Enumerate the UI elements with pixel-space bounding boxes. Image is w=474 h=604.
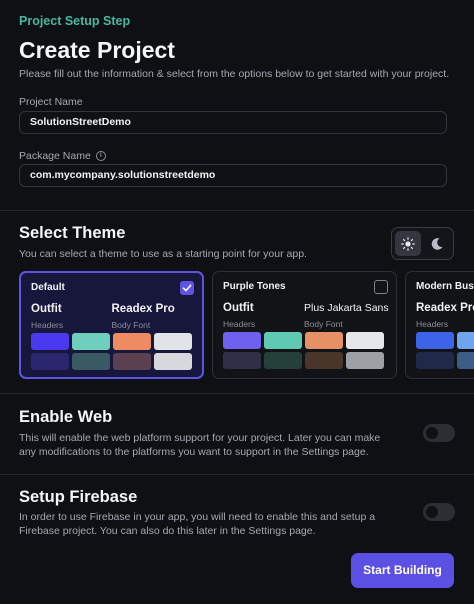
toggle-knob (426, 427, 438, 439)
color-swatch (457, 332, 474, 349)
theme-name: Modern Busin (416, 281, 474, 292)
theme-card-purple-tones[interactable]: Purple Tones Outfit Headers Plus Jakarta… (212, 271, 397, 379)
theme-name: Default (31, 282, 65, 293)
body-font-role: Body Font (304, 319, 343, 329)
color-swatch (416, 352, 454, 369)
header-font-role: Headers (416, 319, 449, 329)
theme-card-modern-business[interactable]: Modern Busin Readex Pro Headers (405, 271, 474, 379)
dark-mode-button[interactable] (424, 231, 450, 256)
color-swatch (416, 332, 454, 349)
project-name-input[interactable]: SolutionStreetDemo (19, 111, 447, 134)
theme-checkbox[interactable] (374, 280, 388, 294)
theme-checkbox[interactable] (180, 281, 194, 295)
header-font-role: Headers (223, 319, 256, 329)
firebase-section-title: Setup Firebase (19, 488, 138, 506)
color-swatch (305, 352, 343, 369)
page-title: Create Project (19, 37, 175, 63)
divider (0, 210, 474, 211)
color-swatches (223, 332, 384, 369)
color-swatches (416, 332, 474, 369)
body-font-role: Body Font (111, 320, 151, 330)
moon-icon (431, 237, 443, 250)
color-swatch (305, 332, 343, 349)
package-name-label: Package Name i (19, 150, 106, 162)
package-name-input[interactable]: com.mycompany.solutionstreetdemo (19, 164, 447, 187)
theme-card-default[interactable]: Default Outfit Headers Readex Pro Body F… (19, 271, 204, 379)
color-swatch (223, 332, 261, 349)
check-icon (182, 284, 192, 292)
color-swatches (31, 333, 192, 370)
color-swatch (346, 352, 384, 369)
info-icon[interactable]: i (95, 151, 106, 161)
body-font-name: Readex Pro (111, 303, 175, 315)
color-swatch (346, 332, 384, 349)
divider (0, 393, 474, 394)
project-name-label: Project Name (19, 96, 83, 108)
color-swatch (223, 352, 261, 369)
header-font-name: Outfit (223, 302, 254, 314)
color-swatch (457, 352, 474, 369)
header-font-name: Readex Pro (416, 302, 474, 314)
header-font-role: Headers (31, 320, 64, 330)
color-swatch (31, 353, 69, 370)
theme-mode-toggle (391, 227, 454, 260)
page-subtitle: Please fill out the information & select… (19, 68, 450, 80)
theme-list: Default Outfit Headers Readex Pro Body F… (19, 271, 474, 379)
web-section-title: Enable Web (19, 408, 113, 426)
color-swatch (154, 353, 192, 370)
setup-firebase-toggle[interactable] (423, 503, 455, 521)
divider (0, 474, 474, 475)
theme-section-description: You can select a theme to use as a start… (19, 248, 307, 260)
header-font-name: Outfit (31, 303, 62, 315)
color-swatch (31, 333, 69, 350)
color-swatch (113, 333, 151, 350)
web-section-description: This will enable the web platform suppor… (19, 432, 381, 458)
firebase-section-description: In order to use Firebase in your app, yo… (19, 511, 376, 537)
color-swatch (113, 353, 151, 370)
color-swatch (264, 332, 302, 349)
step-label: Project Setup Step (19, 14, 131, 28)
color-swatch (264, 352, 302, 369)
color-swatch (72, 333, 110, 350)
sun-icon (401, 236, 415, 251)
enable-web-toggle[interactable] (423, 424, 455, 442)
body-font-name: Plus Jakarta Sans (304, 302, 389, 314)
color-swatch (154, 333, 192, 350)
light-mode-button[interactable] (395, 231, 421, 256)
start-building-button[interactable]: Start Building (351, 553, 454, 588)
theme-section-title: Select Theme (19, 224, 126, 242)
toggle-knob (426, 506, 438, 518)
theme-name: Purple Tones (223, 281, 286, 292)
color-swatch (72, 353, 110, 370)
